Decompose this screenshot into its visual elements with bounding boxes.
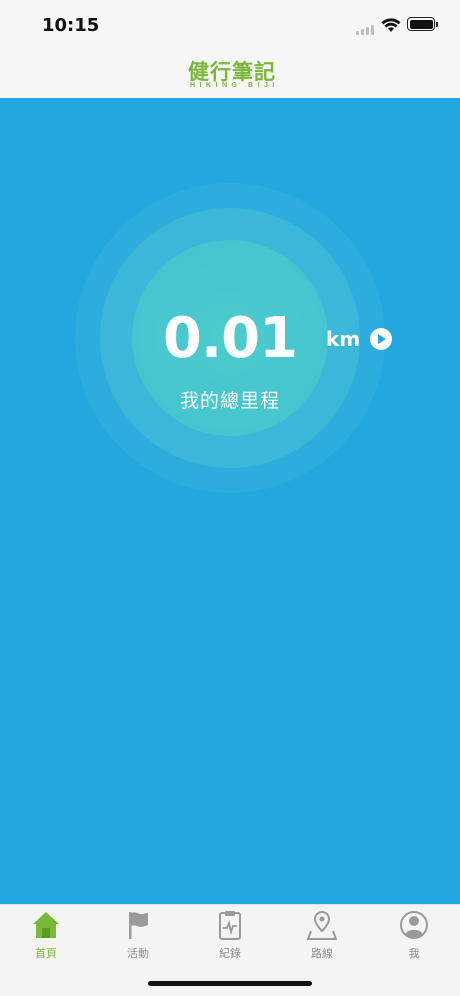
map-pin-icon [307,910,337,940]
tab-label-home: 首頁 [35,947,57,960]
wifi-icon [381,18,401,32]
play-arrow-icon[interactable] [370,328,392,350]
cellular-signal-icon [356,25,376,35]
tab-label-profile: 我 [408,947,420,960]
flag-icon [129,912,148,939]
home-indicator [148,981,312,986]
app-logo: 健行筆記 HIKING BIJI [188,56,278,92]
logo-subtitle: HIKING BIJI [190,82,279,89]
profile-icon [400,911,428,939]
main-dashboard: 0.01 km 我的總里程 [0,98,460,904]
tab-routes[interactable]: 路線 [276,909,368,967]
status-bar: 10:15 [0,0,460,48]
battery-icon [407,17,438,31]
total-distance-value: 0.01 [162,306,298,371]
tab-activities[interactable]: 活動 [92,909,184,967]
distance-unit: km [326,327,361,351]
tab-label-routes: 路線 [311,947,333,960]
record-clipboard-icon [219,911,241,940]
home-icon [33,912,59,938]
tab-profile[interactable]: 我 [368,909,460,967]
tab-label-activities: 活動 [127,947,149,960]
tab-records[interactable]: 紀錄 [184,909,276,967]
nav-bar: 健行筆記 HIKING BIJI [0,48,460,98]
tab-label-records: 紀錄 [219,947,241,960]
status-time: 10:15 [42,15,100,36]
tab-home[interactable]: 首頁 [0,909,92,967]
total-distance-label: 我的總里程 [179,390,280,412]
